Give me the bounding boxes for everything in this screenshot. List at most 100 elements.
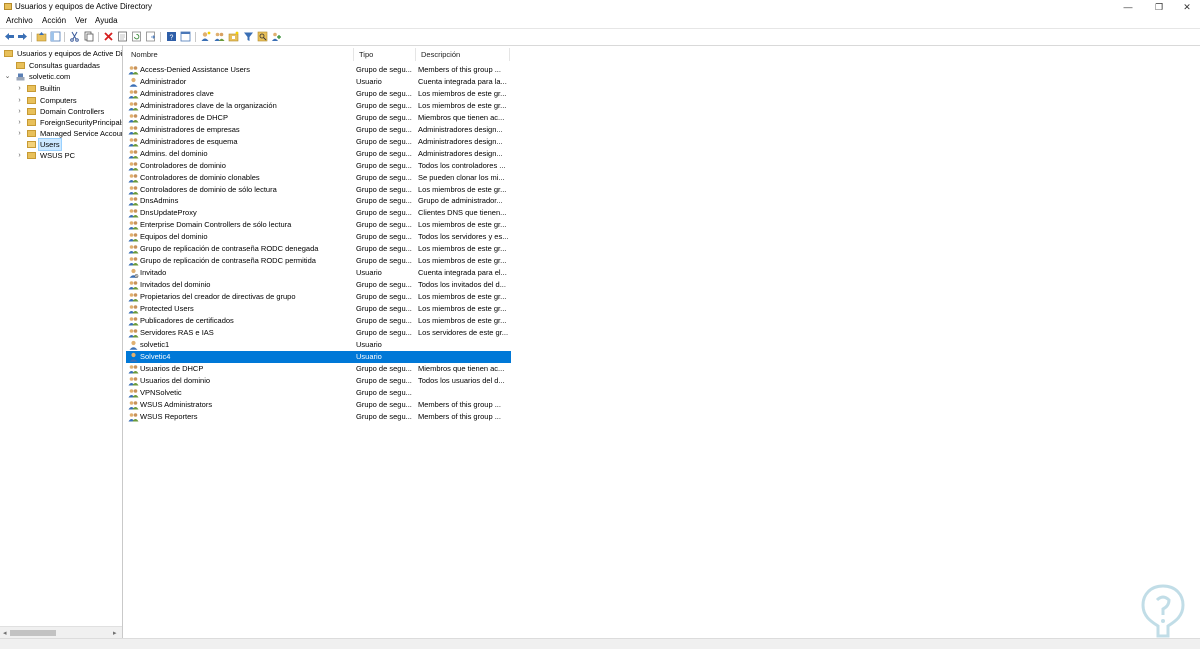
menu-ver[interactable]: Ver [75, 16, 87, 25]
list-row[interactable]: Administradores de empresas Grupo de segu… [126, 124, 511, 136]
list-row[interactable]: Propietarios del creador de directivas d… [126, 291, 511, 303]
list-row[interactable]: WSUS Reporters Grupo de segu... Members of… [126, 411, 511, 423]
list-row[interactable]: Usuarios del dominio Grupo de segu... Todo… [126, 375, 511, 387]
tree-label: Managed Service Accounts [40, 129, 123, 138]
create-ou-icon[interactable] [228, 31, 239, 42]
list-cell-type: Grupo de segu... [356, 292, 412, 302]
help-icon[interactable]: ? [166, 31, 177, 42]
refresh-icon[interactable] [131, 31, 142, 42]
security-group-icon [128, 66, 139, 75]
list-cell-name: WSUS Reporters [140, 411, 198, 421]
list-row[interactable]: Admins. del dominio Grupo de segu... Admin… [126, 148, 511, 160]
list-cell-type: Usuario [356, 76, 382, 86]
find-icon[interactable] [257, 31, 268, 42]
menu-ayuda[interactable]: Ayuda [95, 16, 118, 25]
export-list-icon[interactable] [145, 31, 156, 42]
list-cell-type: Grupo de segu... [356, 100, 412, 110]
list-row[interactable]: Controladores de dominio Grupo de segu...… [126, 160, 511, 172]
scroll-right-icon[interactable]: ▸ [113, 629, 117, 637]
properties-icon[interactable] [117, 31, 128, 42]
list-row[interactable]: Administradores clave de la organización… [126, 100, 511, 112]
list-row[interactable]: DnsUpdateProxy Grupo de segu... Clientes D… [126, 207, 511, 219]
domain-icon [16, 73, 25, 81]
add-to-group-icon[interactable] [271, 31, 282, 42]
list-cell-description: Los miembros de este gr... [418, 256, 507, 266]
list-row[interactable]: VPNSolvetic Grupo de segu... [126, 387, 511, 399]
security-group-icon [128, 400, 139, 410]
user-icon [129, 340, 138, 350]
security-group-icon [128, 317, 139, 326]
chevron-right-icon[interactable]: › [16, 150, 23, 161]
list-row[interactable]: Servidores RAS e IAS Grupo de segu... Los … [126, 327, 511, 339]
cut-icon[interactable] [69, 31, 80, 42]
chevron-right-icon[interactable]: › [16, 106, 23, 117]
filter-icon[interactable] [243, 31, 254, 42]
list-row[interactable]: Invitados del dominio Grupo de segu... Tod… [126, 279, 511, 291]
menu-accion[interactable]: Acción [42, 16, 66, 25]
list-row[interactable]: Protected Users Grupo de segu... Los miemb… [126, 303, 511, 315]
list-cell-name: Administradores clave [140, 88, 214, 98]
security-group-icon [128, 113, 139, 123]
list-row[interactable]: Enterprise Domain Controllers de sólo le… [126, 219, 511, 231]
copy-icon[interactable] [83, 31, 94, 42]
list-cell-type: Grupo de segu... [356, 124, 412, 134]
list-row[interactable]: Grupo de replicación de contraseña RODC … [126, 255, 511, 267]
list-cell-description: Grupo de administrador... [418, 196, 503, 206]
list-row[interactable]: Controladores de dominio de sólo lectura… [126, 184, 511, 196]
list-cell-name: DnsUpdateProxy [140, 208, 197, 218]
list-row[interactable]: Grupo de replicación de contraseña RODC … [126, 243, 511, 255]
list-row[interactable]: Invitado Usuario Cuenta integrada para el.… [126, 267, 511, 279]
list-cell-name: Grupo de replicación de contraseña RODC … [140, 244, 319, 254]
list-cell-description: Members of this group ... [418, 399, 501, 409]
create-user-icon[interactable] [200, 31, 211, 42]
list-cell-name: Controladores de dominio clonables [140, 172, 260, 182]
list-cell-name: Administradores clave de la organización [140, 100, 277, 110]
chevron-right-icon[interactable]: › [16, 95, 23, 106]
list-row[interactable]: WSUS Administrators Grupo de segu... Membe… [126, 399, 511, 411]
chevron-right-icon[interactable]: › [16, 83, 23, 94]
security-group-icon [128, 388, 139, 398]
list-cell-type: Grupo de segu... [356, 327, 412, 337]
watermark-logo [1141, 584, 1185, 638]
list-row[interactable]: solvetic1 Usuario [126, 339, 511, 351]
minimize-button[interactable]: — [1113, 0, 1143, 14]
list-row[interactable]: Publicadores de certificados Grupo de seg… [126, 315, 511, 327]
scrollbar-thumb[interactable] [10, 630, 56, 636]
window-title: Usuarios y equipos de Active Directory [15, 2, 152, 11]
column-header-type[interactable]: Tipo [354, 48, 416, 61]
list-row[interactable]: Controladores de dominio clonables Grupo … [126, 172, 511, 184]
list-row[interactable]: Administradores clave Grupo de segu... Los… [126, 88, 511, 100]
forward-arrow-icon[interactable] [17, 31, 28, 42]
security-group-icon [128, 329, 139, 338]
show-tree-icon[interactable] [50, 31, 61, 42]
create-group-icon[interactable] [214, 31, 225, 42]
column-header-name[interactable]: Nombre [126, 48, 354, 61]
tree-pane[interactable]: Usuarios y equipos de Active Directory C… [0, 45, 123, 638]
up-folder-icon[interactable] [36, 31, 47, 42]
list-row[interactable]: Access-Denied Assistance Users Grupo de s… [126, 64, 511, 76]
list-row[interactable]: Solvetic4 Usuario [126, 350, 511, 363]
delete-icon[interactable] [103, 31, 114, 42]
list-row[interactable]: DnsAdmins Grupo de segu... Grupo de admini… [126, 195, 511, 207]
list-row[interactable]: Administrador Usuario Cuenta integrada par… [126, 76, 511, 88]
console-icon[interactable] [180, 31, 191, 42]
list-cell-type: Grupo de segu... [356, 136, 412, 146]
chevron-right-icon[interactable]: › [16, 128, 23, 139]
chevron-right-icon[interactable]: › [16, 117, 23, 128]
list-row[interactable]: Usuarios de DHCP Grupo de segu... Miembros… [126, 363, 511, 375]
list-pane[interactable]: Nombre Tipo Descripción Access-Denied As… [124, 45, 1200, 638]
column-header-description[interactable]: Descripción [416, 48, 510, 61]
list-row[interactable]: Administradores de DHCP Grupo de segu... M… [126, 112, 511, 124]
scroll-left-icon[interactable]: ◂ [3, 629, 7, 637]
back-arrow-icon[interactable] [4, 31, 15, 42]
chevron-down-icon[interactable]: ⌄ [4, 71, 11, 82]
close-button[interactable]: ✕ [1172, 0, 1200, 14]
list-cell-description: Los miembros de este gr... [418, 184, 507, 194]
list-row[interactable]: Administradores de esquema Grupo de segu.… [126, 136, 511, 148]
security-group-icon [128, 412, 139, 422]
menu-archivo[interactable]: Archivo [6, 16, 33, 25]
toolbar-separator [195, 32, 196, 42]
restore-button[interactable]: ❐ [1144, 0, 1174, 14]
list-row[interactable]: Equipos del dominio Grupo de segu... Todos… [126, 231, 511, 243]
tree-label: Consultas guardadas [29, 61, 100, 70]
